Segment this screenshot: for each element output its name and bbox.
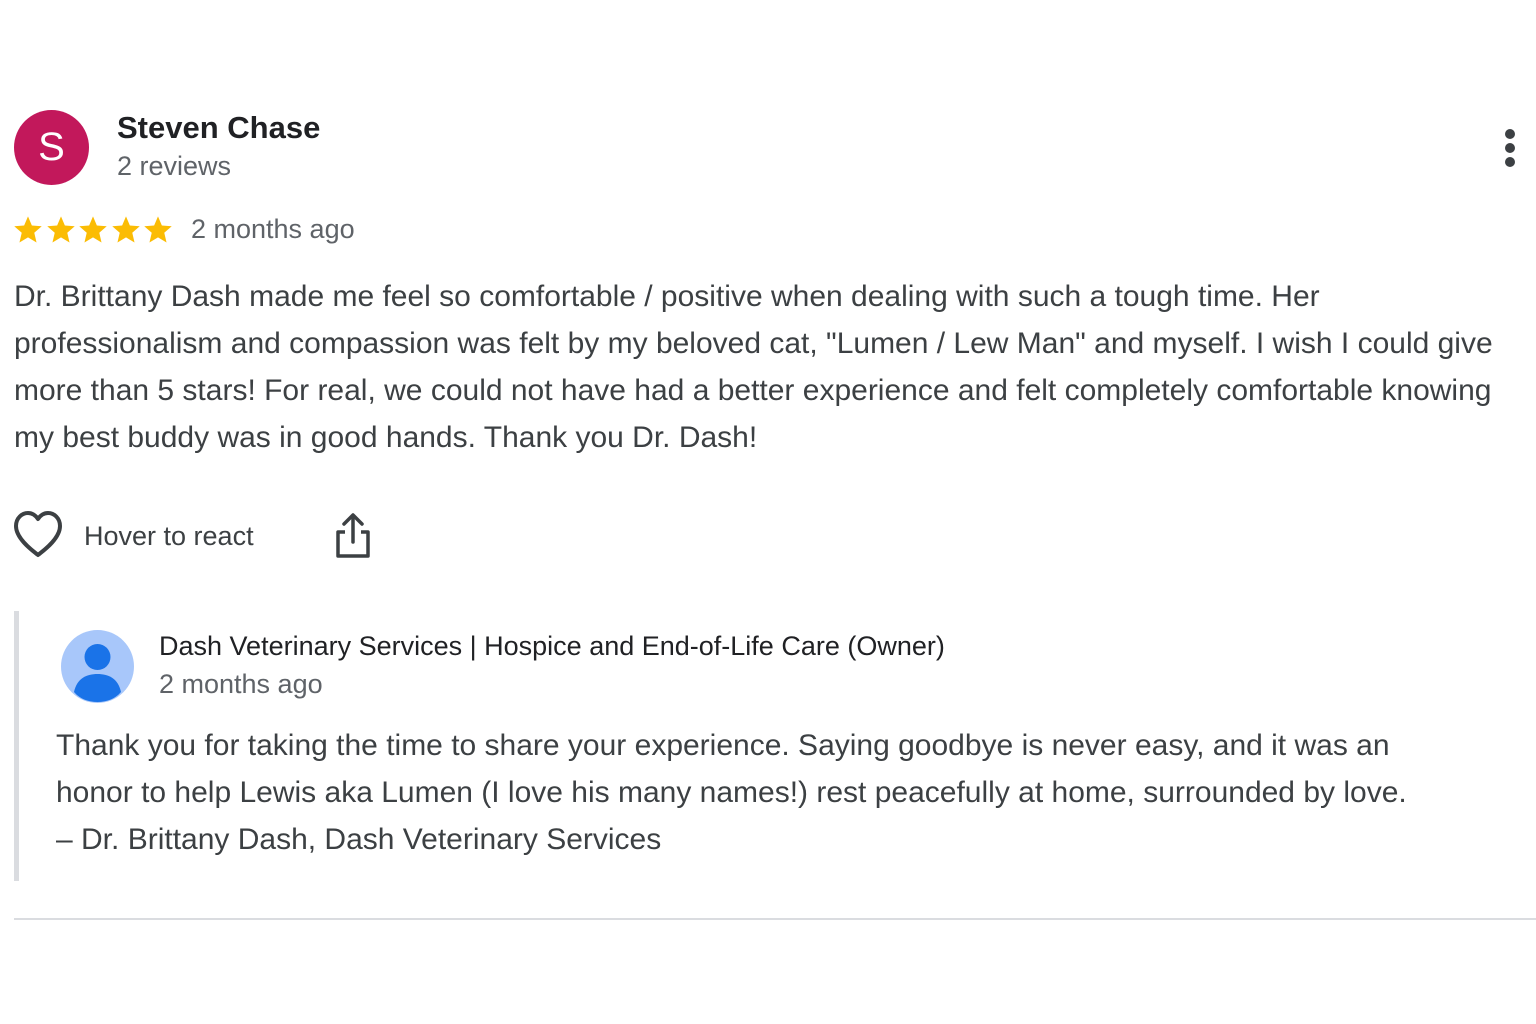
owner-response-text: Thank you for taking the time to share y… [56, 722, 1536, 863]
owner-name: Dash Veterinary Services | Hospice and E… [159, 631, 945, 661]
review-text: Dr. Brittany Dash made me feel so comfor… [14, 280, 1493, 454]
star-icon [79, 216, 107, 243]
star-rating [12, 212, 175, 248]
reviewer-name[interactable]: Steven Chase [117, 110, 320, 146]
reviewer-avatar[interactable]: S [14, 110, 89, 185]
stars-row [12, 214, 175, 246]
review-date: 2 months ago [191, 214, 355, 244]
owner-response-date: 2 months ago [159, 669, 323, 699]
star-icon [111, 216, 140, 243]
person-avatar-icon [61, 630, 134, 703]
divider [14, 918, 1536, 920]
owner-response-line: Thank you for taking the time to share y… [56, 729, 1390, 762]
reviewer-review-count: 2 reviews [117, 151, 232, 181]
owner-response-line: honor to help Lewis aka Lumen (I love hi… [56, 776, 1407, 809]
reviewer-initial: S [38, 125, 65, 169]
review-card: S Steven Chase 2 reviews 2 months ago Dr… [0, 0, 1536, 1024]
owner-response-line: – Dr. Brittany Dash, Dash Veterinary Ser… [56, 823, 662, 856]
star-icon [46, 216, 75, 243]
react-label[interactable]: Hover to react [84, 519, 254, 553]
star-icon [14, 216, 42, 243]
share-icon [336, 513, 370, 558]
share-button[interactable] [330, 508, 376, 564]
heart-icon [14, 511, 62, 557]
star-icon [144, 216, 172, 243]
react-button[interactable] [12, 508, 64, 564]
more-options-button[interactable] [1488, 122, 1532, 174]
owner-response: Dash Veterinary Services | Hospice and E… [14, 611, 1536, 881]
